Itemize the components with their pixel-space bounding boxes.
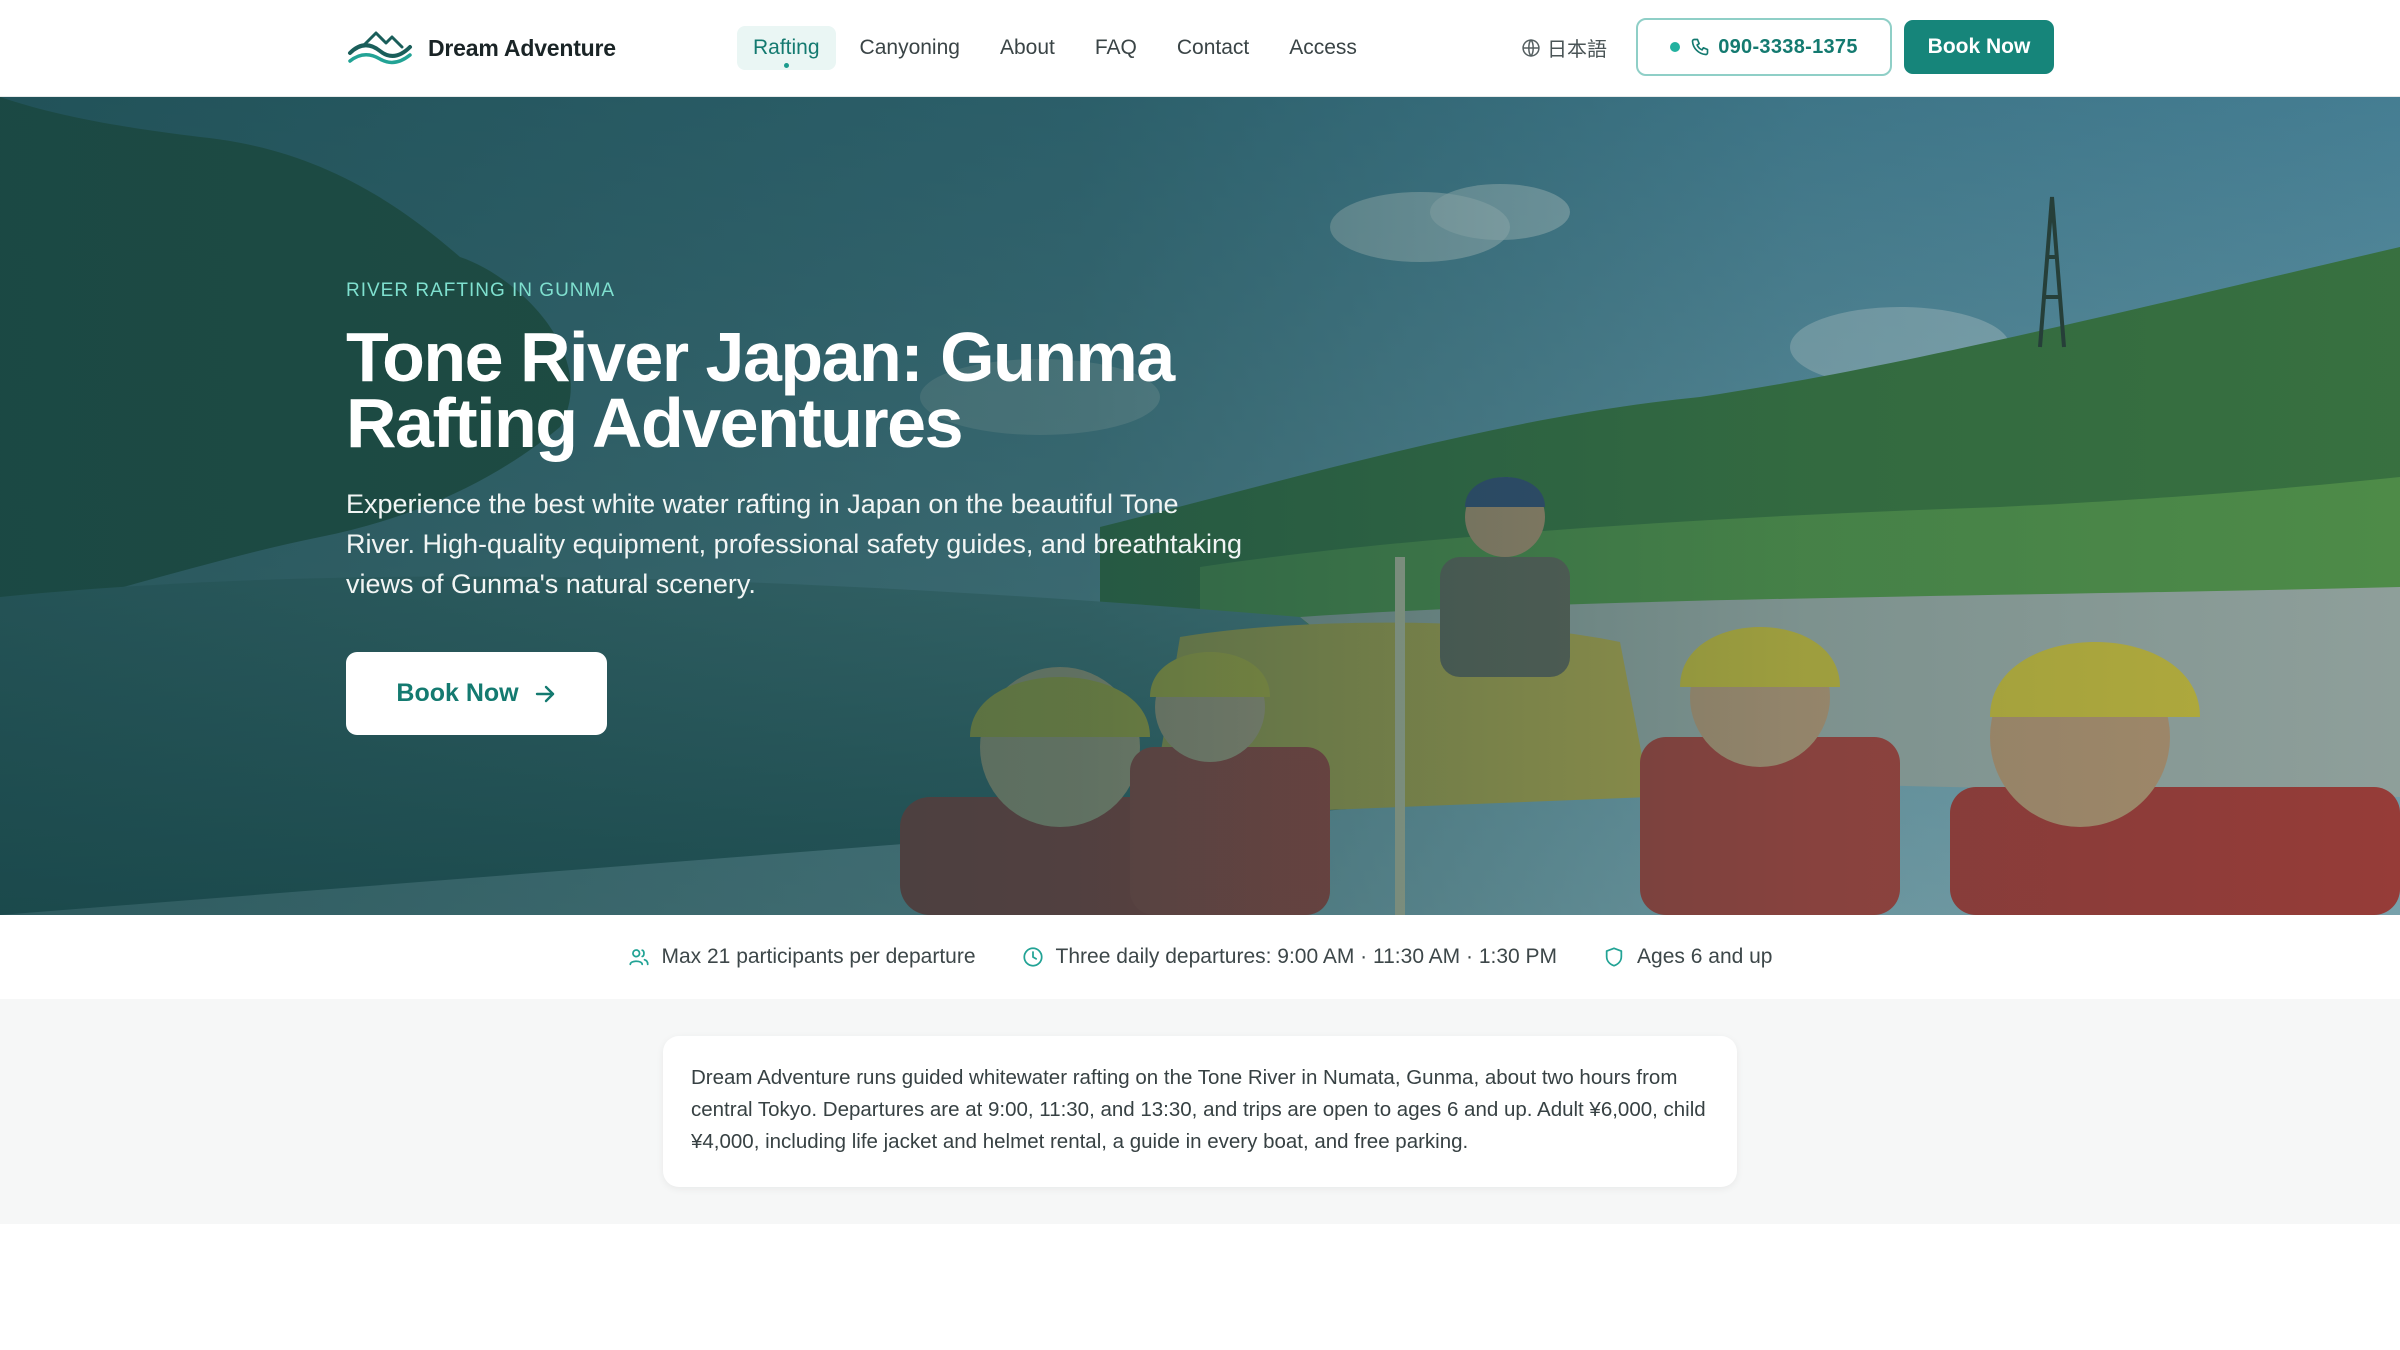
language-switcher[interactable]: 日本語 (1521, 33, 1607, 62)
main-nav: Rafting Canyoning About FAQ Contact Acce… (737, 26, 1373, 70)
highlight-departures: Three daily departures: 9:00 AM · 11:30 … (1022, 945, 1558, 969)
phone-icon (1691, 38, 1709, 56)
nav-item-about[interactable]: About (984, 26, 1071, 70)
clock-icon (1022, 947, 1043, 967)
hero-content: RIVER RAFTING IN GUNMA Tone River Japan:… (346, 280, 1246, 604)
book-now-hero-label: Book Now (396, 679, 519, 707)
book-now-hero-button[interactable]: Book Now (346, 652, 607, 735)
brand-name: Dream Adventure (428, 34, 616, 61)
phone-button[interactable]: 090-3338-1375 (1636, 18, 1892, 76)
nav-item-faq[interactable]: FAQ (1079, 26, 1153, 70)
nav-item-access[interactable]: Access (1273, 26, 1373, 70)
wave-logo-icon (348, 31, 412, 65)
highlight-participants: Max 21 participants per departure (628, 945, 976, 969)
highlight-ages-text: Ages 6 and up (1637, 945, 1773, 968)
summary-card: Dream Adventure runs guided whitewater r… (663, 1036, 1737, 1187)
hero-subtitle: Experience the best white water rafting … (346, 489, 1243, 599)
globe-icon (1522, 38, 1540, 57)
phone-number: 090-3338-1375 (1718, 35, 1858, 58)
summary-section: Dream Adventure runs guided whitewater r… (0, 999, 2400, 1224)
highlight-departures-text: Three daily departures: 9:00 AM · 11:30 … (1055, 945, 1558, 968)
online-status-dot (1670, 42, 1681, 52)
nav-item-contact[interactable]: Contact (1161, 26, 1265, 70)
hero-title: Tone River Japan: Gunma Rafting Adventur… (346, 318, 1175, 462)
highlights-strip: Max 21 participants per departure Three … (0, 915, 2400, 999)
shield-icon (1605, 947, 1623, 967)
site-header: Dream Adventure Rafting Canyoning About … (0, 0, 2400, 97)
users-icon (628, 949, 649, 966)
highlight-ages: Ages 6 and up (1603, 945, 1773, 969)
summary-text: Dream Adventure runs guided whitewater r… (691, 1066, 1706, 1153)
book-now-header-button[interactable]: Book Now (1904, 20, 2054, 74)
hero-section: RIVER RAFTING IN GUNMA Tone River Japan:… (0, 97, 2400, 915)
nav-item-rafting[interactable]: Rafting (737, 26, 836, 70)
next-section (0, 1224, 2400, 1350)
hero-eyebrow: RIVER RAFTING IN GUNMA (346, 280, 616, 301)
nav-item-canyoning[interactable]: Canyoning (844, 26, 976, 70)
arrow-right-icon (535, 685, 554, 702)
language-label: 日本語 (1547, 39, 1607, 61)
brand-logo[interactable]: Dream Adventure (346, 27, 616, 69)
highlight-participants-text: Max 21 participants per departure (661, 945, 976, 968)
